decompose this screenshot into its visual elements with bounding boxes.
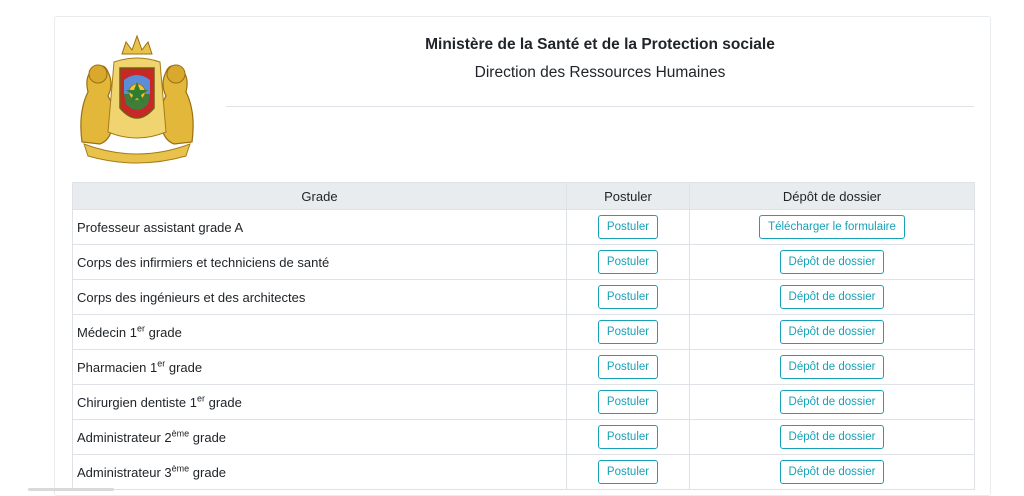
depot-dossier-button[interactable]: Dépôt de dossier (779, 250, 885, 274)
grade-label-suffix: grade (145, 324, 182, 340)
grade-label-suffix: grade (189, 429, 227, 445)
depot-dossier-button[interactable]: Dépôt de dossier (779, 285, 885, 309)
table-row: Administrateur 3ème grade Postuler Dépôt… (72, 454, 975, 490)
depot-dossier-button[interactable]: Dépôt de dossier (779, 460, 885, 484)
grade-label: Chirurgien dentiste 1 (77, 394, 197, 410)
postuler-button[interactable]: Postuler (597, 460, 659, 484)
depot-dossier-button[interactable]: Dépôt de dossier (779, 390, 885, 414)
ministry-title: Ministère de la Santé et de la Protectio… (425, 36, 775, 53)
download-form-button[interactable]: Télécharger le formulaire (759, 215, 905, 239)
postuler-button[interactable]: Postuler (597, 285, 659, 309)
table-row: Corps des infirmiers et techniciens de s… (72, 244, 975, 280)
grade-cell: Pharmacien 1er grade (72, 349, 567, 385)
postuler-button[interactable]: Postuler (597, 390, 659, 414)
grade-label: Corps des ingénieurs et des architectes (77, 289, 306, 305)
header-divider (226, 106, 974, 107)
grade-cell: Corps des ingénieurs et des architectes (72, 279, 567, 315)
grade-label-suffix: grade (204, 394, 242, 410)
depot-dossier-button[interactable]: Dépôt de dossier (779, 355, 885, 379)
grade-ordinal-suffix: ème (171, 428, 190, 439)
grade-cell: Médecin 1er grade (72, 314, 567, 350)
depot-dossier-button[interactable]: Dépôt de dossier (779, 320, 885, 344)
direction-subtitle: Direction des Ressources Humaines (474, 64, 726, 81)
postuler-button[interactable]: Postuler (597, 250, 659, 274)
grade-label: Pharmacien 1 (77, 359, 158, 375)
column-header-depot: Dépôt de dossier (689, 182, 975, 210)
column-header-grade: Grade (72, 182, 567, 210)
postuler-button[interactable]: Postuler (597, 425, 659, 449)
header: Ministère de la Santé et de la Protectio… (226, 34, 974, 84)
grade-label-suffix: grade (189, 464, 227, 480)
grade-ordinal-suffix: ème (171, 463, 190, 474)
table-row: Administrateur 2ème grade Postuler Dépôt… (72, 419, 975, 455)
grade-cell: Corps des infirmiers et techniciens de s… (72, 244, 567, 280)
table-row: Corps des ingénieurs et des architectes … (72, 279, 975, 315)
grade-label: Médecin 1 (77, 324, 137, 340)
grade-cell: Professeur assistant grade A (72, 209, 567, 245)
grade-cell: Administrateur 2ème grade (72, 419, 567, 455)
grade-label: Administrateur 3 (77, 464, 172, 480)
grade-cell: Administrateur 3ème grade (72, 454, 567, 490)
grade-ordinal-suffix: er (196, 393, 205, 404)
table-row: Professeur assistant grade A Postuler Té… (72, 209, 975, 245)
depot-dossier-button[interactable]: Dépôt de dossier (779, 425, 885, 449)
grade-cell: Chirurgien dentiste 1er grade (72, 384, 567, 420)
table-row: Pharmacien 1er grade Postuler Dépôt de d… (72, 349, 975, 385)
grade-label: Corps des infirmiers et techniciens de s… (77, 254, 330, 270)
table-row: Médecin 1er grade Postuler Dépôt de doss… (72, 314, 975, 350)
grade-label: Administrateur 2 (77, 429, 172, 445)
grade-label: Professeur assistant grade A (77, 219, 244, 235)
postuler-button[interactable]: Postuler (597, 320, 659, 344)
column-header-postuler: Postuler (566, 182, 690, 210)
grade-label-suffix: grade (165, 359, 203, 375)
grade-ordinal-suffix: er (136, 323, 145, 334)
grades-table: Grade Postuler Dépôt de dossier Professe… (72, 182, 975, 490)
postuler-button[interactable]: Postuler (597, 355, 659, 379)
moroccan-coat-of-arms-icon (80, 34, 194, 164)
table-row: Chirurgien dentiste 1er grade Postuler D… (72, 384, 975, 420)
table-header-row: Grade Postuler Dépôt de dossier (72, 182, 975, 210)
postuler-button[interactable]: Postuler (597, 215, 659, 239)
